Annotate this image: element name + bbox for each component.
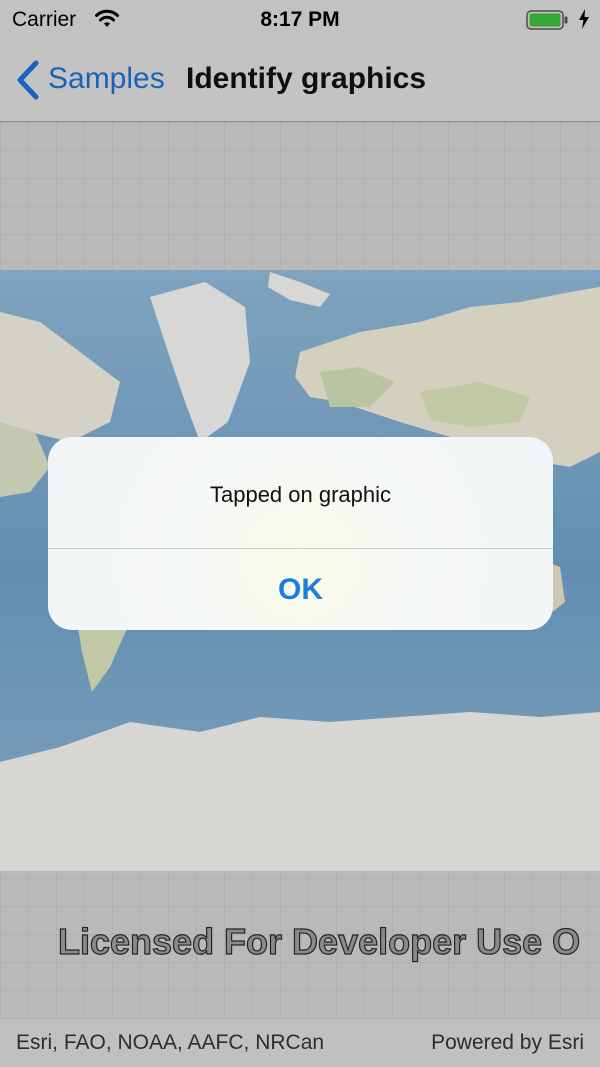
back-button[interactable]: Samples — [48, 62, 165, 96]
attribution-sources: Esri, FAO, NOAA, AAFC, NRCan — [16, 1031, 325, 1054]
ok-button[interactable]: OK — [48, 549, 553, 630]
status-time: 8:17 PM — [260, 8, 340, 31]
back-chevron-icon[interactable] — [14, 60, 40, 100]
license-watermark: Licensed For Developer Use O — [58, 921, 580, 962]
page-title: Identify graphics — [186, 62, 427, 95]
navigation-bar: Samples Identify graphics — [0, 40, 600, 122]
attribution-bar: Esri, FAO, NOAA, AAFC, NRCan Powered by … — [0, 1019, 600, 1067]
powered-by-label: Powered by Esri — [431, 1031, 584, 1054]
charging-bolt-icon — [579, 9, 589, 29]
alert-dialog: Tapped on graphic OK — [48, 437, 553, 630]
alert-message: Tapped on graphic — [209, 482, 392, 507]
battery-icon — [526, 10, 568, 30]
status-bar: Carrier 8:17 PM — [0, 0, 600, 40]
